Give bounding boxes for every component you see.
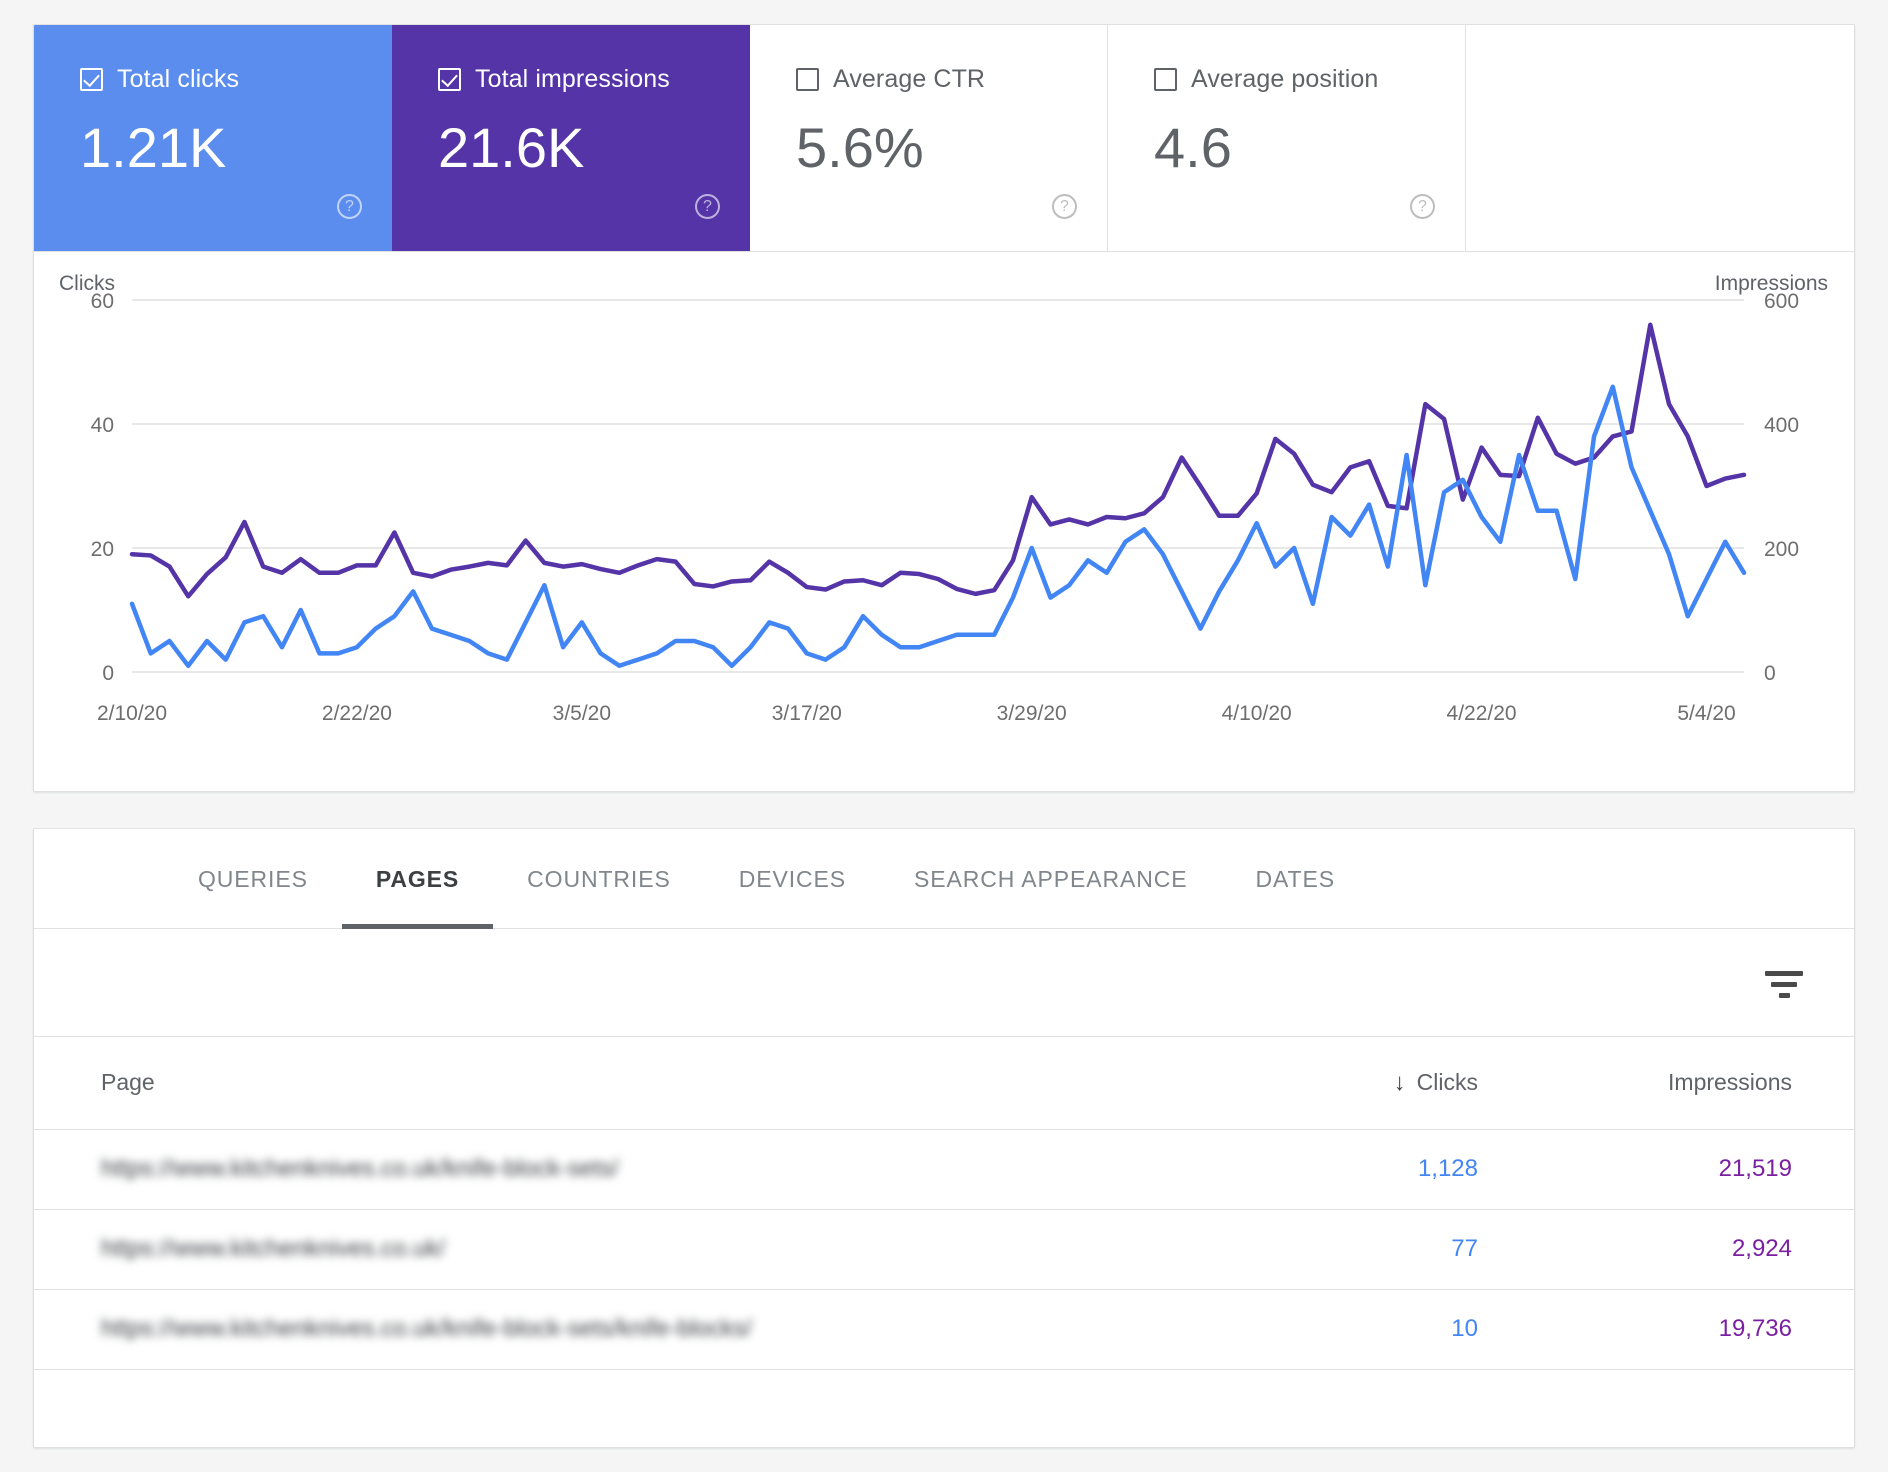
table-head: Page ↓ Clicks Impressions [34,1037,1855,1129]
pages-table: Page ↓ Clicks Impressions https://www.kit… [34,1037,1855,1370]
checkbox-total-clicks[interactable] [80,68,103,91]
metric-value-total-impressions: 21.6K [438,120,750,176]
x-axis-tick-label: 3/5/20 [553,702,611,725]
y2-axis-tick-label: 400 [1764,414,1799,437]
cell-impressions: 19,736 [1554,1289,1855,1369]
column-header-page[interactable]: Page [34,1037,1214,1129]
tab-search-appearance[interactable]: SEARCH APPEARANCE [880,829,1222,929]
x-axis-tick-label: 2/22/20 [322,702,392,725]
tab-dates[interactable]: DATES [1222,829,1369,929]
chart-canvas[interactable]: 020406002004006002/10/202/22/203/5/203/1… [34,252,1854,792]
metric-header: Total impressions [438,65,750,94]
help-icon-average-ctr[interactable]: ? [1052,194,1077,219]
x-axis-tick-label: 3/17/20 [772,702,842,725]
y2-axis-tick-label: 200 [1764,538,1799,561]
table-body: https://www.kitchenknives.co.uk/knife-bl… [34,1129,1855,1369]
cell-impressions: 21,519 [1554,1129,1855,1209]
cell-clicks: 77 [1214,1209,1554,1289]
metric-card-average-ctr[interactable]: Average CTR 5.6% ? [750,25,1108,251]
metric-label-total-impressions: Total impressions [475,65,670,94]
cell-page-url[interactable]: https://www.kitchenknives.co.uk/knife-bl… [34,1129,1214,1209]
table-row[interactable]: https://www.kitchenknives.co.uk/772,924 [34,1209,1855,1289]
x-axis-tick-label: 3/29/20 [997,702,1067,725]
column-header-clicks[interactable]: ↓ Clicks [1214,1037,1554,1129]
y-axis-tick-label: 0 [102,662,114,685]
tab-queries[interactable]: QUERIES [164,829,342,929]
cell-clicks: 10 [1214,1289,1554,1369]
tab-devices[interactable]: DEVICES [705,829,880,929]
performance-chart: Clicks Impressions 020406002004006002/10… [34,252,1854,792]
table-header-row: Page ↓ Clicks Impressions [34,1037,1855,1129]
metric-label-total-clicks: Total clicks [117,65,239,94]
filter-bar-top [1765,971,1803,976]
column-header-clicks-label: Clicks [1417,1069,1478,1095]
x-axis-tick-label: 2/10/20 [97,702,167,725]
metric-header: Average CTR [796,65,1107,94]
checkbox-average-ctr[interactable] [796,68,819,91]
y-axis-tick-label: 20 [91,538,114,561]
metric-value-total-clicks: 1.21K [80,120,392,176]
dimension-tabs: QUERIESPAGESCOUNTRIESDEVICESSEARCH APPEA… [34,829,1854,929]
tab-countries[interactable]: COUNTRIES [493,829,705,929]
checkbox-total-impressions[interactable] [438,68,461,91]
y2-axis-tick-label: 0 [1764,662,1776,685]
filter-bar-middle [1771,982,1797,987]
metric-cards-row: Total clicks 1.21K ? Total impressions 2… [34,25,1854,252]
cell-impressions: 2,924 [1554,1209,1855,1289]
clicks-line [132,387,1744,666]
filter-icon[interactable] [1764,971,1804,999]
y-axis-tick-label: 60 [91,290,114,313]
metric-card-total-clicks[interactable]: Total clicks 1.21K ? [34,25,392,251]
table-row[interactable]: https://www.kitchenknives.co.uk/knife-bl… [34,1129,1855,1209]
cell-page-url[interactable]: https://www.kitchenknives.co.uk/knife-bl… [34,1289,1214,1369]
y2-axis-tick-label: 600 [1764,290,1799,313]
sort-descending-icon: ↓ [1394,1069,1406,1096]
column-header-impressions[interactable]: Impressions [1554,1037,1855,1129]
metric-card-total-impressions[interactable]: Total impressions 21.6K ? [392,25,750,251]
metric-label-average-position: Average position [1191,65,1378,94]
metric-value-average-position: 4.6 [1154,120,1465,176]
x-axis-tick-label: 5/4/20 [1677,702,1735,725]
metric-header: Average position [1154,65,1465,94]
y-axis-tick-label: 40 [91,414,114,437]
checkbox-average-position[interactable] [1154,68,1177,91]
cell-page-url[interactable]: https://www.kitchenknives.co.uk/ [34,1209,1214,1289]
x-axis-tick-label: 4/22/20 [1447,702,1517,725]
help-icon-total-impressions[interactable]: ? [695,194,720,219]
performance-card: Total clicks 1.21K ? Total impressions 2… [33,24,1855,792]
table-row[interactable]: https://www.kitchenknives.co.uk/knife-bl… [34,1289,1855,1369]
metric-header: Total clicks [80,65,392,94]
tab-pages[interactable]: PAGES [342,829,493,929]
help-icon-total-clicks[interactable]: ? [337,194,362,219]
search-console-performance-page: Total clicks 1.21K ? Total impressions 2… [0,0,1888,1472]
help-icon-average-position[interactable]: ? [1410,194,1435,219]
impressions-line [132,325,1744,597]
table-toolbar [34,929,1854,1037]
metric-label-average-ctr: Average CTR [833,65,985,94]
metric-value-average-ctr: 5.6% [796,120,1107,176]
x-axis-tick-label: 4/10/20 [1222,702,1292,725]
dimension-table-card: QUERIESPAGESCOUNTRIESDEVICESSEARCH APPEA… [33,828,1855,1448]
cell-clicks: 1,128 [1214,1129,1554,1209]
metric-card-average-position[interactable]: Average position 4.6 ? [1108,25,1466,251]
filter-bar-bottom [1779,993,1790,998]
metric-card-empty-slot [1466,25,1854,251]
